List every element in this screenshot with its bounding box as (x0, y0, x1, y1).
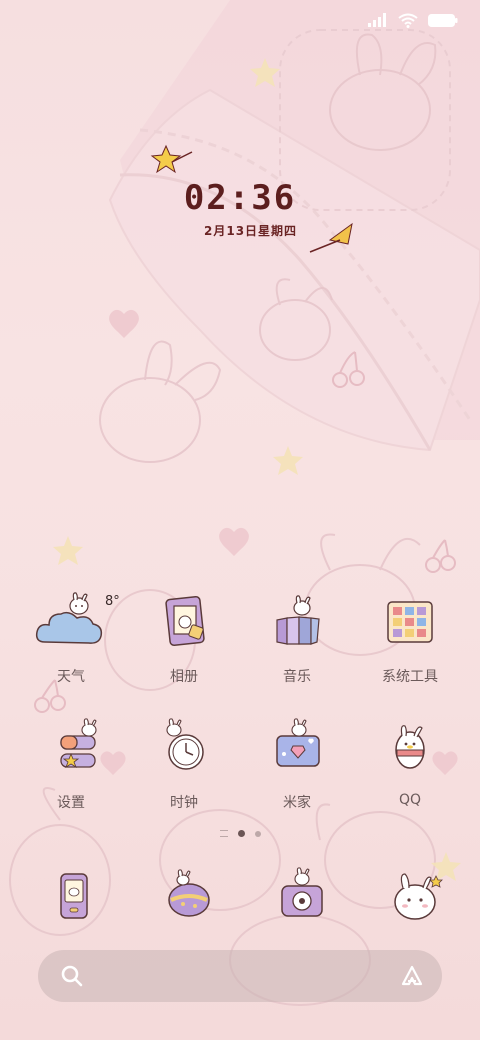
app-weather[interactable]: 8° 天气 (21, 590, 121, 686)
app-label: 天气 (57, 669, 85, 685)
battery-icon (428, 13, 458, 27)
app-label: QQ (398, 792, 422, 808)
dock-app-browser[interactable] (363, 866, 463, 936)
phone-icon (60, 873, 88, 919)
app-label: 系统工具 (382, 669, 438, 685)
assistant-icon[interactable] (400, 964, 424, 988)
page-dot-active (237, 830, 245, 837)
page-indicator (0, 830, 480, 837)
app-label: 时钟 (170, 795, 198, 811)
app-label: 相册 (170, 669, 198, 685)
clock-time: 02:36 (183, 178, 297, 218)
mihome-icon (276, 718, 320, 767)
weather-temperature: 8° (105, 594, 120, 609)
search-bar[interactable] (38, 950, 442, 1002)
app-label: 音乐 (283, 669, 311, 685)
search-input[interactable] (98, 960, 382, 994)
clock-date: 2月13日星期四 (204, 224, 298, 238)
system-tools-icon (387, 601, 433, 643)
app-music[interactable]: 音乐 (247, 590, 347, 686)
signal-icon (368, 13, 386, 27)
settings-icon (60, 718, 97, 768)
app-label: 设置 (57, 795, 85, 811)
search-icon (61, 965, 83, 987)
camera-icon (281, 867, 323, 917)
wifi-icon (398, 13, 418, 28)
messages-icon (168, 869, 210, 917)
weather-icon (35, 592, 103, 644)
status-bar (368, 8, 458, 32)
gallery-icon (165, 595, 205, 647)
browser-icon (394, 873, 443, 920)
app-clock[interactable]: 时钟 (134, 716, 234, 812)
app-settings[interactable]: 设置 (21, 716, 121, 812)
clock-icon (166, 718, 204, 770)
music-icon (276, 595, 320, 645)
app-mihome[interactable]: 米家 (247, 716, 347, 812)
app-gallery[interactable]: 相册 (134, 590, 234, 686)
dock-app-messages[interactable] (137, 866, 237, 936)
app-label: 米家 (283, 795, 311, 811)
page-dot (254, 830, 261, 837)
app-qq[interactable]: QQ (360, 716, 460, 808)
clock-widget[interactable]: 02:36 2月13日星期四 (0, 178, 480, 238)
page-indicator-minus-one (219, 830, 228, 837)
app-system-tools[interactable]: 系统工具 (360, 590, 460, 686)
dock-app-phone[interactable] (24, 866, 124, 936)
qq-icon (395, 725, 425, 769)
dock-app-camera[interactable] (250, 866, 350, 936)
